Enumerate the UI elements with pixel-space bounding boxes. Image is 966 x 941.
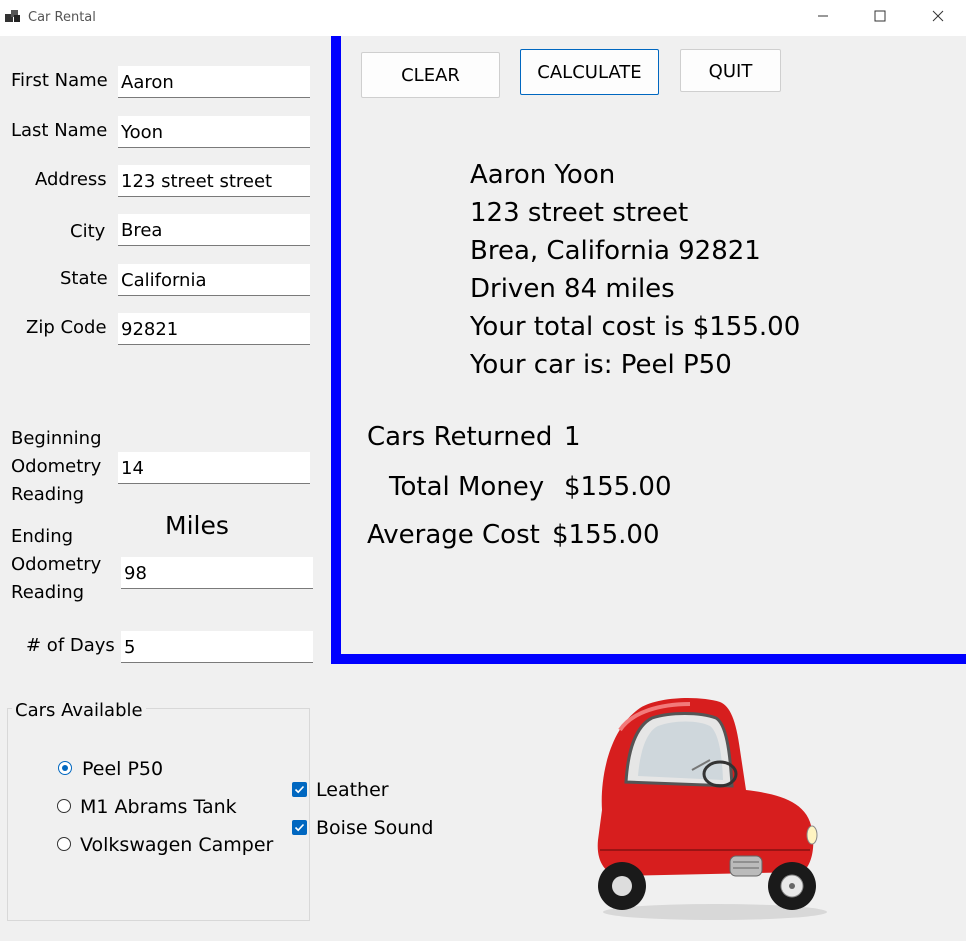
- volkswagen-camper-radio[interactable]: [57, 837, 71, 851]
- state-label: State: [60, 268, 108, 289]
- total-money-value: $155.00: [564, 472, 672, 502]
- app-icon: [5, 10, 20, 22]
- miles-label: Miles: [165, 511, 229, 540]
- maximize-button[interactable]: [860, 6, 900, 28]
- ending-odometry-label-3: Reading: [11, 582, 85, 603]
- address-label: Address: [35, 169, 107, 190]
- calculate-button[interactable]: CALCULATE: [520, 49, 659, 95]
- window-title: Car Rental: [28, 10, 96, 25]
- last-name-label: Last Name: [11, 120, 108, 141]
- leather-checkbox[interactable]: [292, 782, 307, 797]
- boise-sound-label[interactable]: Boise Sound: [316, 817, 433, 839]
- beginning-odometry-label-2: Odometry: [11, 456, 102, 477]
- quit-button[interactable]: QUIT: [680, 49, 781, 92]
- boise-sound-checkbox[interactable]: [292, 820, 307, 835]
- days-label: # of Days: [26, 635, 115, 656]
- clear-button[interactable]: CLEAR: [361, 52, 500, 98]
- peel-p50-radio[interactable]: [58, 761, 72, 775]
- m1-abrams-tank-label[interactable]: M1 Abrams Tank: [80, 796, 237, 818]
- cars-available-title: Cars Available: [12, 700, 146, 721]
- ending-odometry-label-2: Odometry: [11, 554, 102, 575]
- m1-abrams-tank-radio[interactable]: [57, 799, 71, 813]
- average-cost-value: $155.00: [552, 520, 660, 550]
- checkmark-icon: [294, 785, 305, 794]
- ending-odometry-label-1: Ending: [11, 526, 74, 547]
- checkmark-icon: [294, 823, 305, 832]
- cars-returned-value: 1: [564, 422, 581, 452]
- output-city-state-zip: Brea, California 92821: [470, 236, 761, 266]
- ending-odometry-field[interactable]: 98: [121, 557, 313, 589]
- close-button[interactable]: [918, 6, 958, 28]
- output-car: Your car is: Peel P50: [470, 350, 732, 380]
- volkswagen-camper-label[interactable]: Volkswagen Camper: [80, 834, 273, 856]
- city-label: City: [70, 221, 106, 242]
- first-name-label: First Name: [11, 70, 108, 91]
- address-field[interactable]: 123 street street: [118, 165, 310, 197]
- beginning-odometry-label-3: Reading: [11, 484, 85, 505]
- days-field[interactable]: 5: [121, 631, 313, 663]
- zip-code-field[interactable]: 92821: [118, 313, 310, 345]
- minimize-button[interactable]: [803, 6, 843, 28]
- output-total-cost: Your total cost is $155.00: [470, 312, 801, 342]
- city-field[interactable]: Brea: [118, 214, 310, 246]
- minimize-icon: [818, 15, 828, 17]
- cars-returned-label: Cars Returned: [367, 422, 553, 452]
- output-miles-driven: Driven 84 miles: [470, 274, 675, 304]
- output-address: 123 street street: [470, 198, 689, 228]
- total-money-label: Total Money: [389, 472, 545, 502]
- peel-p50-label[interactable]: Peel P50: [82, 758, 163, 780]
- title-bar: Car Rental: [0, 0, 966, 36]
- output-name: Aaron Yoon: [470, 160, 616, 190]
- maximize-icon: [874, 10, 886, 22]
- beginning-odometry-label-1: Beginning: [11, 428, 102, 449]
- average-cost-label: Average Cost: [367, 520, 540, 550]
- state-field[interactable]: California: [118, 264, 310, 296]
- beginning-odometry-field[interactable]: 14: [118, 452, 310, 484]
- leather-label[interactable]: Leather: [316, 779, 389, 801]
- last-name-field[interactable]: Yoon: [118, 116, 310, 148]
- first-name-field[interactable]: Aaron: [118, 66, 310, 98]
- zip-code-label: Zip Code: [26, 317, 107, 338]
- close-icon: [932, 10, 944, 22]
- peel-p50-car-image: [597, 698, 827, 920]
